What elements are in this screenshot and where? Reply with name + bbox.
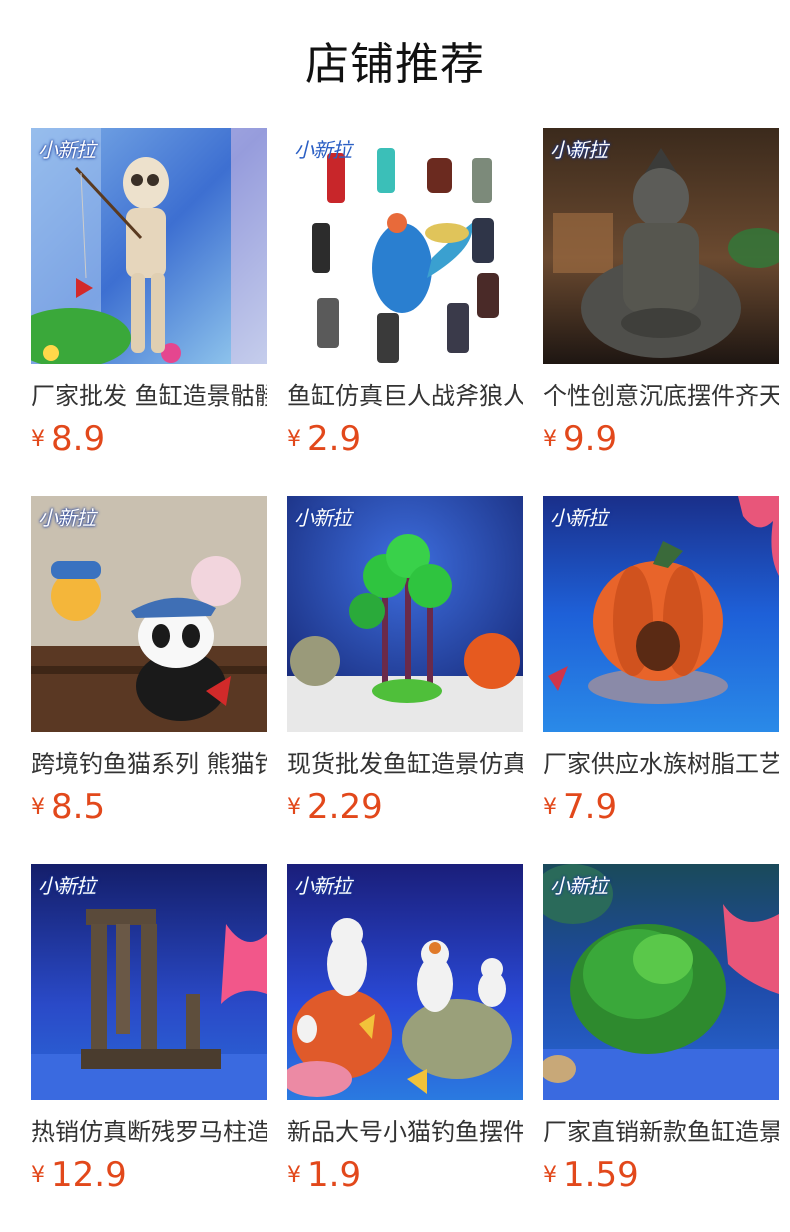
price-value: 12.9	[51, 1155, 127, 1195]
price-value: 1.9	[307, 1155, 362, 1195]
product-price: ¥1.9	[287, 1155, 523, 1195]
product-image[interactable]: 小新拉	[31, 128, 267, 364]
product-image[interactable]: 小新拉	[543, 864, 779, 1100]
product-card[interactable]: 小新拉 跨境钓鱼猫系列 熊猫钓鱼摆件 ¥8.5	[31, 496, 267, 827]
product-name[interactable]: 热销仿真断残罗马柱造景	[31, 1117, 267, 1147]
brand-watermark: 小新拉	[550, 874, 608, 898]
currency-symbol: ¥	[287, 426, 301, 452]
green-plant-ball-image	[543, 864, 779, 1100]
product-card[interactable]: 小新拉 鱼缸仿真巨人战斧狼人美人鱼 ¥2.9	[287, 128, 523, 459]
product-price: ¥8.9	[31, 419, 267, 459]
brand-watermark: 小新拉	[550, 138, 608, 162]
product-name[interactable]: 跨境钓鱼猫系列 熊猫钓鱼摆件	[31, 749, 267, 779]
product-image[interactable]: 小新拉	[287, 864, 523, 1100]
product-card[interactable]: 小新拉 个性创意沉底摆件齐天大圣 ¥9.9	[543, 128, 779, 459]
product-card[interactable]: 小新拉 厂家直销新款鱼缸造景水草球 ¥1.59	[543, 864, 779, 1195]
panda-fishing-figure-image	[31, 496, 267, 732]
price-value: 2.9	[307, 419, 362, 459]
product-name[interactable]: 新品大号小猫钓鱼摆件	[287, 1117, 523, 1147]
product-image[interactable]: 小新拉	[543, 128, 779, 364]
price-value: 7.9	[563, 787, 618, 827]
palm-tree-ornament-image	[287, 496, 523, 732]
product-price: ¥9.9	[543, 419, 779, 459]
skeleton-fishing-figure-image	[31, 128, 267, 364]
product-name[interactable]: 现货批发鱼缸造景仿真椰子树	[287, 749, 523, 779]
product-image[interactable]: 小新拉	[287, 496, 523, 732]
brand-watermark: 小新拉	[294, 138, 352, 162]
brand-watermark: 小新拉	[38, 506, 96, 530]
brand-watermark: 小新拉	[550, 506, 608, 530]
product-price: ¥12.9	[31, 1155, 267, 1195]
product-card[interactable]: 小新拉 热销仿真断残罗马柱造景 ¥12.9	[31, 864, 267, 1195]
product-name[interactable]: 厂家供应水族树脂工艺南瓜屋	[543, 749, 779, 779]
product-image[interactable]: 小新拉	[543, 496, 779, 732]
page-title: 店铺推荐	[305, 39, 485, 90]
product-price: ¥2.29	[287, 787, 523, 827]
product-price: ¥1.59	[543, 1155, 779, 1195]
product-image[interactable]: 小新拉	[31, 864, 267, 1100]
product-card[interactable]: 小新拉 新品大号小猫钓鱼摆件 ¥1.9	[287, 864, 523, 1195]
monkey-king-statue-image	[543, 128, 779, 364]
product-card[interactable]: 小新拉 厂家批发 鱼缸造景骷髅钓鱼摆件 ¥8.9	[31, 128, 267, 459]
product-image[interactable]: 小新拉	[31, 496, 267, 732]
brand-watermark: 小新拉	[38, 138, 96, 162]
product-price: ¥8.5	[31, 787, 267, 827]
product-card[interactable]: 小新拉 厂家供应水族树脂工艺南瓜屋 ¥7.9	[543, 496, 779, 827]
product-image[interactable]: 小新拉	[287, 128, 523, 364]
currency-symbol: ¥	[31, 794, 45, 820]
product-card[interactable]: 小新拉 现货批发鱼缸造景仿真椰子树 ¥2.29	[287, 496, 523, 827]
price-value: 8.5	[51, 787, 106, 827]
price-value: 8.9	[51, 419, 106, 459]
product-name[interactable]: 厂家批发 鱼缸造景骷髅钓鱼摆件	[31, 381, 267, 411]
currency-symbol: ¥	[31, 1162, 45, 1188]
brand-watermark: 小新拉	[294, 506, 352, 530]
currency-symbol: ¥	[287, 1162, 301, 1188]
brand-watermark: 小新拉	[38, 874, 96, 898]
cats-fishing-figures-image	[287, 864, 523, 1100]
product-name[interactable]: 鱼缸仿真巨人战斧狼人美人鱼	[287, 381, 523, 411]
roman-ruins-ornament-image	[31, 864, 267, 1100]
product-price: ¥7.9	[543, 787, 779, 827]
currency-symbol: ¥	[31, 426, 45, 452]
currency-symbol: ¥	[543, 1162, 557, 1188]
pumpkin-house-ornament-image	[543, 496, 779, 732]
price-value: 1.59	[563, 1155, 639, 1195]
price-value: 2.29	[307, 787, 383, 827]
currency-symbol: ¥	[543, 426, 557, 452]
product-name[interactable]: 厂家直销新款鱼缸造景水草球	[543, 1117, 779, 1147]
product-price: ¥2.9	[287, 419, 523, 459]
price-value: 9.9	[563, 419, 618, 459]
currency-symbol: ¥	[543, 794, 557, 820]
warrior-figurines-image	[287, 128, 523, 364]
currency-symbol: ¥	[287, 794, 301, 820]
brand-watermark: 小新拉	[294, 874, 352, 898]
product-name[interactable]: 个性创意沉底摆件齐天大圣	[543, 381, 779, 411]
